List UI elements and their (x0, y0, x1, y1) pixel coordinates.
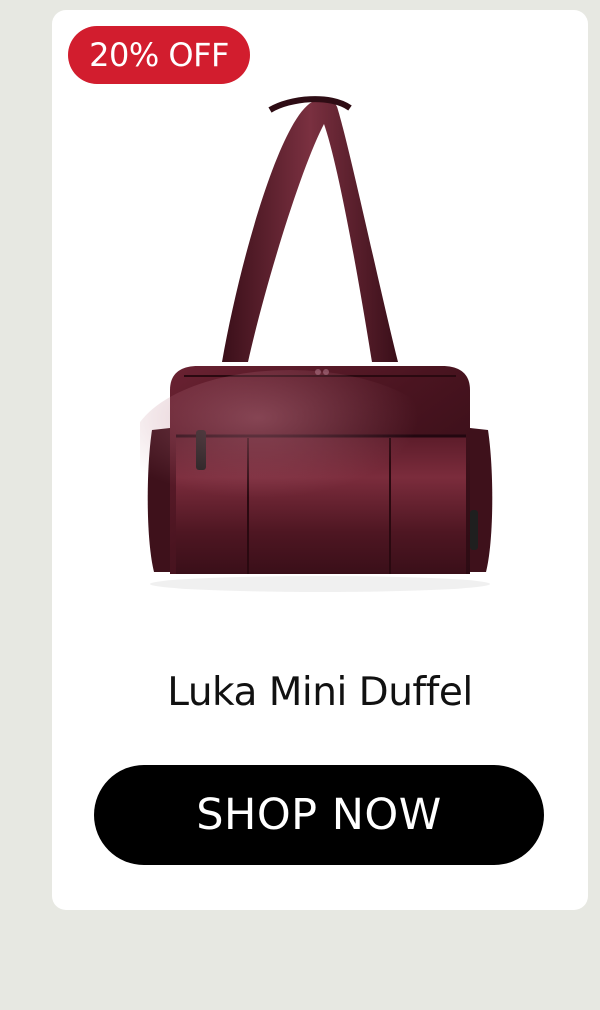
product-card[interactable]: 20% OFF Luka Mini Duffel SHOP NOW (52, 10, 588, 910)
discount-badge-label: 20% OFF (89, 36, 229, 74)
duffel-bag-image[interactable] (140, 90, 500, 630)
shop-now-button[interactable]: SHOP NOW (94, 765, 544, 865)
product-name[interactable]: Luka Mini Duffel (52, 670, 588, 715)
discount-badge: 20% OFF (68, 26, 250, 84)
shop-now-label: SHOP NOW (196, 790, 442, 840)
